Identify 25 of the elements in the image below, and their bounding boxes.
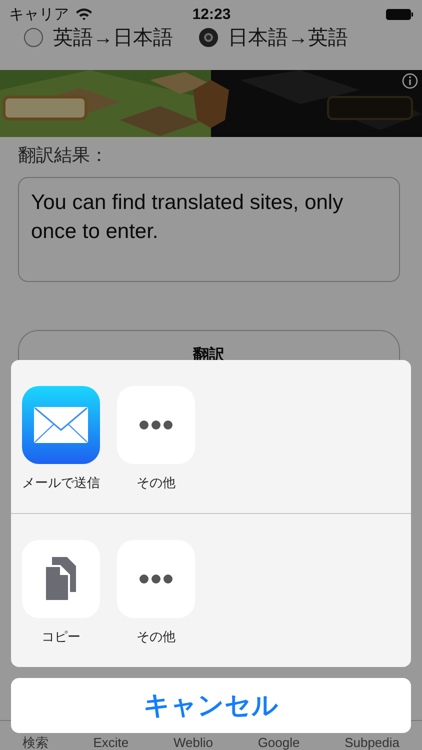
copy-icon[interactable] [22, 540, 100, 618]
status-time: 12:23 [192, 6, 231, 22]
tab-label[interactable]: Weblio [173, 736, 213, 750]
section-label: 翻訳結果： [18, 144, 109, 165]
carrier-name: キャリア [9, 4, 69, 24]
info-icon [402, 73, 418, 89]
tab-label[interactable]: Subpedia [344, 736, 400, 750]
result-text-box[interactable]: You can find translated sites, only once to enter. [18, 177, 400, 282]
share-label[interactable]: メールで送信 [22, 474, 100, 492]
battery-icon [386, 8, 414, 20]
cancel-button[interactable]: キャンセル [11, 678, 411, 733]
more-icon[interactable] [117, 540, 195, 618]
tab-label[interactable]: Google [258, 736, 300, 750]
tab-label[interactable]: Excite [93, 736, 129, 750]
share-label[interactable]: その他 [136, 474, 176, 492]
radio-button[interactable] [199, 28, 218, 46]
share-label[interactable]: その他 [136, 628, 176, 646]
radio-button[interactable] [24, 28, 43, 46]
radio-label[interactable]: 日本語→英語 [228, 24, 348, 50]
tab-label[interactable]: 検索 [22, 736, 48, 750]
share-label[interactable]: コピー [42, 628, 80, 646]
radio-label[interactable]: 英語→日本語 [53, 24, 173, 50]
mail-icon[interactable] [22, 386, 100, 464]
wifi-icon [75, 7, 93, 21]
more-icon[interactable] [117, 386, 195, 464]
